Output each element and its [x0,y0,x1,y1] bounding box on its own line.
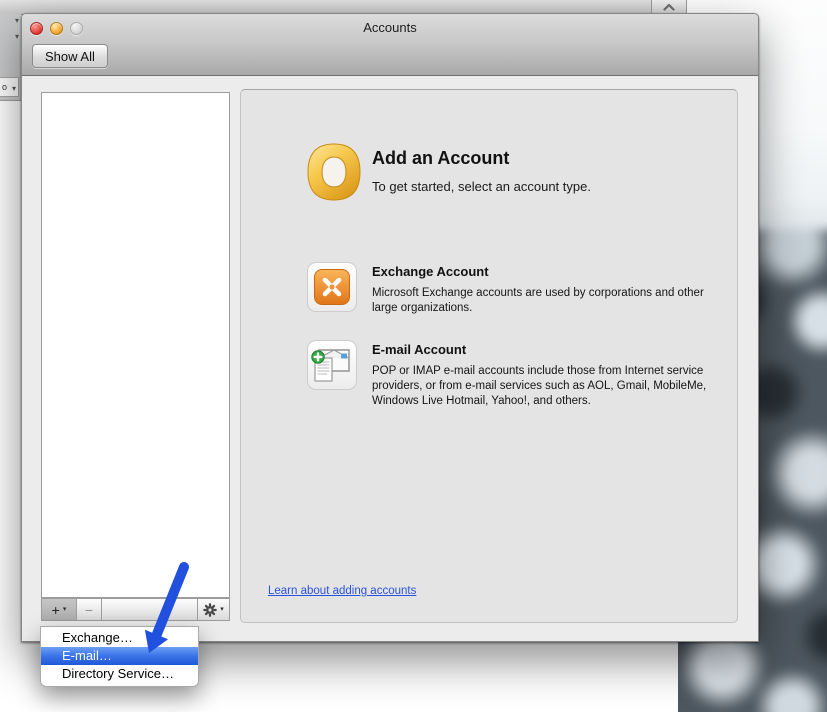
panel-subheading: To get started, select an account type. [372,179,591,194]
panel-heading: Add an Account [372,148,591,169]
add-account-panel: Add an Account To get started, select an… [240,89,738,623]
gear-icon [203,603,217,617]
email-account-title: E-mail Account [372,342,724,357]
toolbar-spacer [102,599,197,620]
background-window-left-edge: ▾ ▾ o ▾ [0,14,21,101]
learn-about-accounts-link[interactable]: Learn about adding accounts [268,585,416,597]
desktop: { "back_window": { "scroll_up_icon": "ch… [0,0,827,712]
accounts-list[interactable] [41,92,230,598]
chevron-up-icon [663,3,675,11]
email-account-text: E-mail Account POP or IMAP e-mail accoun… [372,342,724,410]
add-badge-icon [312,351,324,363]
chevron-down-icon: ▾ [15,32,19,41]
exchange-account-icon[interactable] [307,262,357,312]
outlook-logo-icon [307,143,361,201]
remove-account-button[interactable]: − [77,599,102,620]
email-account-description: POP or IMAP e-mail accounts include thos… [372,364,720,410]
scroll-up-button[interactable] [651,0,687,14]
exchange-account-description: Microsoft Exchange accounts are used by … [372,286,720,316]
show-all-label: Show All [45,49,95,64]
panel-header: Add an Account To get started, select an… [372,148,591,194]
action-menu-button[interactable]: ▾ [197,599,229,620]
exchange-account-title: Exchange Account [372,264,724,279]
exchange-account-text: Exchange Account Microsoft Exchange acco… [372,264,724,316]
chevron-down-icon: ▾ [63,606,67,613]
add-account-button[interactable]: + ▾ [42,599,77,620]
menu-item-email[interactable]: E-mail… [41,647,198,665]
chevron-down-icon: ▾ [12,84,16,93]
window-title: Accounts [22,20,758,35]
chip-glyph: o [2,82,7,92]
exchange-logo-icon [314,269,350,305]
add-account-menu: Exchange… E-mail… Directory Service… [40,626,199,687]
accounts-window: Accounts Show All + ▾ − [21,13,759,642]
mail-add-icon [311,346,353,384]
show-all-button[interactable]: Show All [32,44,108,68]
background-toolbar-chip: o ▾ [0,77,19,97]
email-account-icon[interactable] [307,340,357,390]
minus-icon: − [85,603,93,617]
menu-item-directory-service[interactable]: Directory Service… [41,665,198,683]
chevron-down-icon: ▾ [15,16,19,25]
titlebar[interactable]: Accounts Show All [22,14,758,76]
plus-icon: + [52,603,60,617]
chevron-down-icon: ▾ [220,606,224,613]
accounts-list-toolbar: + ▾ − ▾ [41,598,230,621]
menu-item-exchange[interactable]: Exchange… [41,629,198,647]
